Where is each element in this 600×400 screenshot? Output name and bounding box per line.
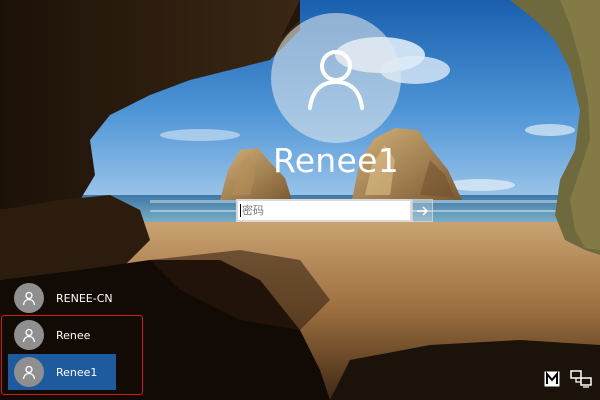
ease-of-access-icon[interactable] <box>544 371 560 387</box>
user-label: RENEE-CN <box>56 291 113 305</box>
highlight-frame <box>1 315 143 395</box>
user-icon <box>308 50 364 110</box>
arrow-right-icon <box>416 205 428 216</box>
network-icon[interactable] <box>570 370 592 388</box>
corner-icons <box>544 370 592 388</box>
password-input[interactable] <box>236 199 412 222</box>
password-box <box>236 199 436 222</box>
lock-screen: Renee1 RENEE-CN Renee Renee1 <box>0 0 600 400</box>
text-caret <box>240 204 241 217</box>
current-user-name: Renee1 <box>272 141 400 180</box>
user-icon <box>22 291 36 306</box>
current-user-avatar <box>271 13 401 143</box>
user-item-renee-cn[interactable]: RENEE-CN <box>8 281 116 315</box>
submit-button[interactable] <box>412 199 433 222</box>
user-avatar <box>14 283 44 313</box>
